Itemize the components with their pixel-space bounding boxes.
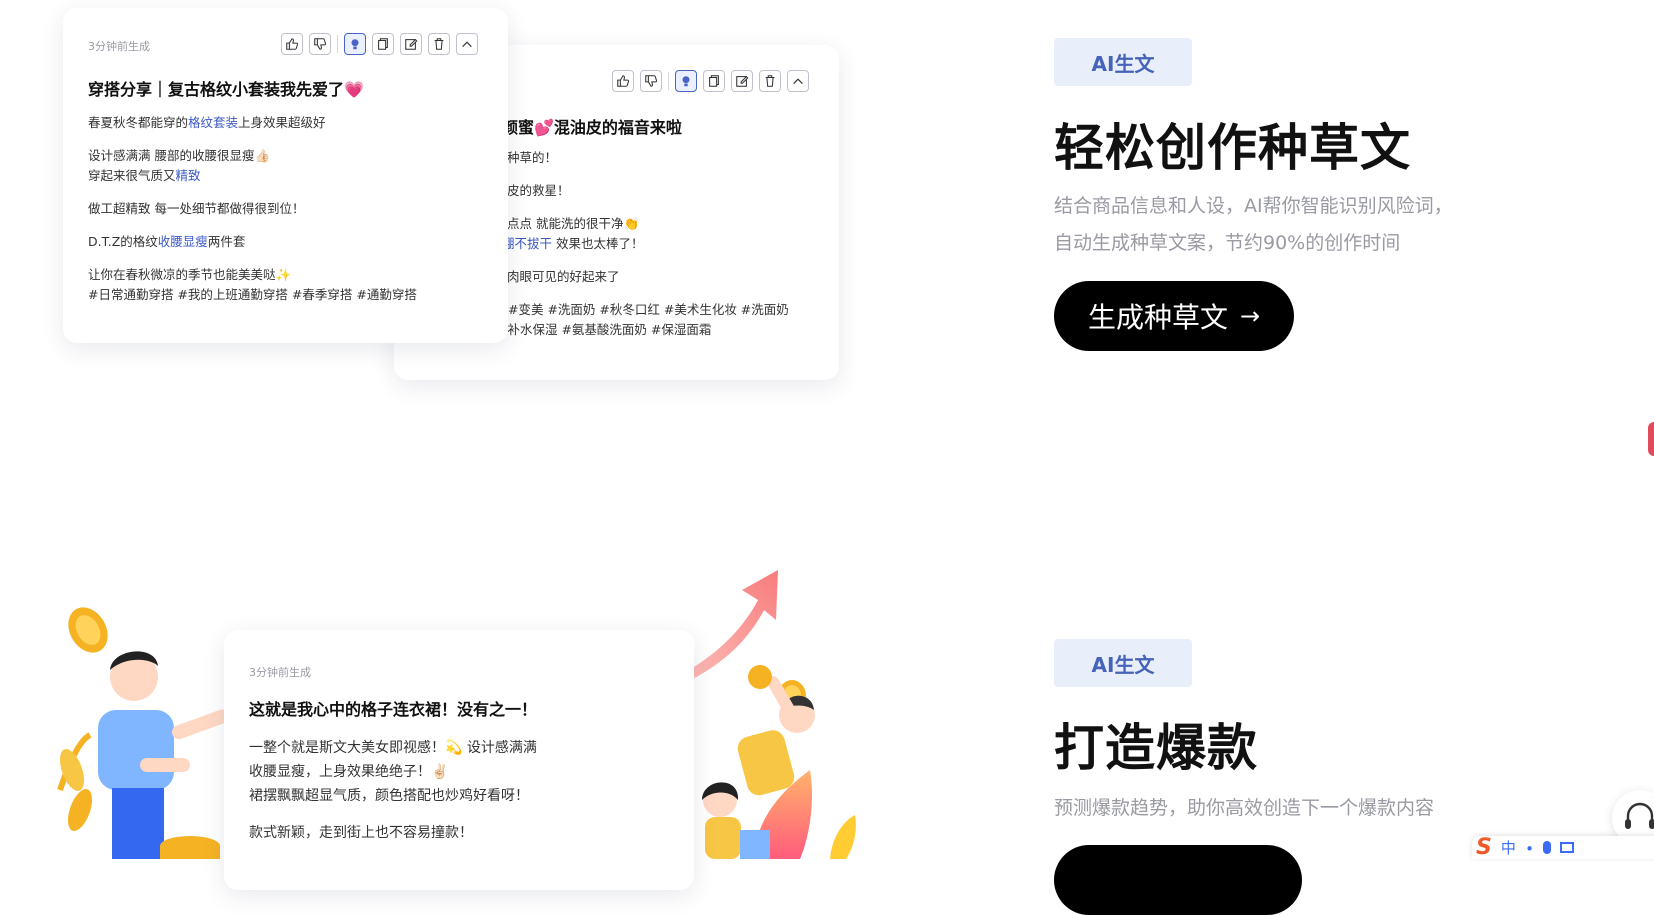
ime-toolbar: S 中 ∙ xyxy=(1472,835,1654,860)
card-3-line: 款式新颖，走到街上也不容易撞款！ xyxy=(249,825,473,841)
ime-logo-icon[interactable]: S xyxy=(1476,835,1492,860)
chevron-up-icon[interactable] xyxy=(787,70,809,92)
card-3-line: 裙摆飘飘超显气质，颜色搭配也炒鸡好看呀！ xyxy=(249,788,529,804)
card-1-line: 让你在春秋微凉的季节也能美美哒✨ xyxy=(88,267,292,282)
ai-text-tag: AI生文 xyxy=(1054,639,1192,687)
card-1-line: 做工超精致 每一处细节都做得很到位！ xyxy=(88,201,305,216)
microphone-icon[interactable] xyxy=(1543,841,1552,854)
card-2-title: 颜蜜💕混油皮的福音来啦 xyxy=(502,118,682,137)
thumbs-down-icon[interactable] xyxy=(309,33,331,55)
section-2-description: 预测爆款趋势，助你高效创造下一个爆款内容 xyxy=(1054,797,1435,819)
card-2-toolbar xyxy=(612,70,809,92)
card-1-timestamp: 3分钟前生成 xyxy=(88,40,150,53)
trash-icon[interactable] xyxy=(759,70,781,92)
toolbar-divider xyxy=(668,72,669,90)
keyboard-icon[interactable] xyxy=(1560,842,1575,853)
card-2-tags: #变美 #洗面奶 #秋冬口红 #美术生化妆 #洗面奶 xyxy=(508,302,789,317)
content-card-3: 3分钟前生成 这就是我心中的格子连衣裙！没有之一！ 一整个就是斯文大美女即视感！… xyxy=(224,630,694,890)
lightbulb-icon[interactable] xyxy=(344,33,366,55)
thumbs-down-icon[interactable] xyxy=(640,70,662,92)
people-right-figure xyxy=(702,665,856,859)
generate-note-button[interactable]: 生成种草文 → xyxy=(1054,281,1295,351)
thumbs-up-icon[interactable] xyxy=(281,33,303,55)
thumbs-up-icon[interactable] xyxy=(612,70,634,92)
card-3-body: 一整个就是斯文大美女即视感！💫 设计感满满 收腰显瘦，上身效果绝绝子！✌🏻 裙摆… xyxy=(249,736,537,845)
copy-icon[interactable] xyxy=(372,33,394,55)
card-1-line: D.T.Z的格纹收腰显瘦两件套 xyxy=(88,234,246,249)
card-1-line: 穿起来很气质又精致 xyxy=(88,168,201,183)
section-1-title: 轻松创作种草文 xyxy=(1054,119,1411,177)
card-2-line: 肉眼可见的好起来了 xyxy=(507,269,620,284)
card-1-toolbar xyxy=(281,33,478,55)
card-3-timestamp: 3分钟前生成 xyxy=(249,666,311,679)
ime-punctuation-icon[interactable]: ∙ xyxy=(1525,839,1534,857)
person-left-figure xyxy=(57,651,230,859)
edge-decoration xyxy=(1648,422,1654,456)
copy-icon[interactable] xyxy=(703,70,725,92)
card-1-line: 设计感满满 腰部的收腰很显瘦👍🏻 xyxy=(88,148,271,163)
lightbulb-icon[interactable] xyxy=(675,70,697,92)
card-2-line: 绷不拔干 效果也太棒了！ xyxy=(502,236,644,251)
section-1-description: 结合商品信息和人设，AI帮你智能识别风险词， 自动生成种草文案，节约90%的创作… xyxy=(1054,195,1453,254)
card-3-line: 收腰显瘦，上身效果绝绝子！✌🏻 xyxy=(249,764,449,780)
card-3-line: 一整个就是斯文大美女即视感！💫 设计感满满 xyxy=(249,740,537,756)
card-1-line: 春夏秋冬都能穿的格纹套装上身效果超级好 xyxy=(88,115,326,130)
card-2-body: 种草的！ 皮的救星！ 点点 就能洗的很干净👏 绷不拔干 效果也太棒了！ 肉眼可见… xyxy=(497,148,789,353)
card-2-line: 种草的！ xyxy=(507,150,558,165)
edit-icon[interactable] xyxy=(400,33,422,55)
card-1-body: 春夏秋冬都能穿的格纹套装上身效果超级好 设计感满满 腰部的收腰很显瘦👍🏻 穿起来… xyxy=(88,113,417,318)
section-2-title: 打造爆款 xyxy=(1054,719,1258,777)
toolbar-divider xyxy=(337,35,338,53)
content-card-1: 3分钟前生成 穿搭分享｜复古格纹小套装我先爱了💗 春夏秋冬都能穿的格纹套装上身效… xyxy=(63,8,508,343)
section-2-button[interactable] xyxy=(1054,845,1302,915)
ai-text-tag: AI生文 xyxy=(1054,38,1192,86)
card-2-line: 皮的救星！ xyxy=(507,183,570,198)
card-1-tags: #日常通勤穿搭 #我的上班通勤穿搭 #春季穿搭 #通勤穿搭 xyxy=(88,287,417,302)
card-3-title: 这就是我心中的格子连衣裙！没有之一！ xyxy=(249,700,538,719)
card-1-title: 穿搭分享｜复古格纹小套装我先爱了💗 xyxy=(88,80,364,99)
card-2-line: 点点 就能洗的很干净👏 xyxy=(507,216,640,231)
edit-icon[interactable] xyxy=(731,70,753,92)
chevron-up-icon[interactable] xyxy=(456,33,478,55)
ime-language-toggle[interactable]: 中 xyxy=(1501,837,1516,858)
trash-icon[interactable] xyxy=(428,33,450,55)
card-2-tags: #补水保湿 #氨基酸洗面奶 #保湿面霜 xyxy=(497,322,712,337)
arrow-right-icon: → xyxy=(1240,302,1261,330)
